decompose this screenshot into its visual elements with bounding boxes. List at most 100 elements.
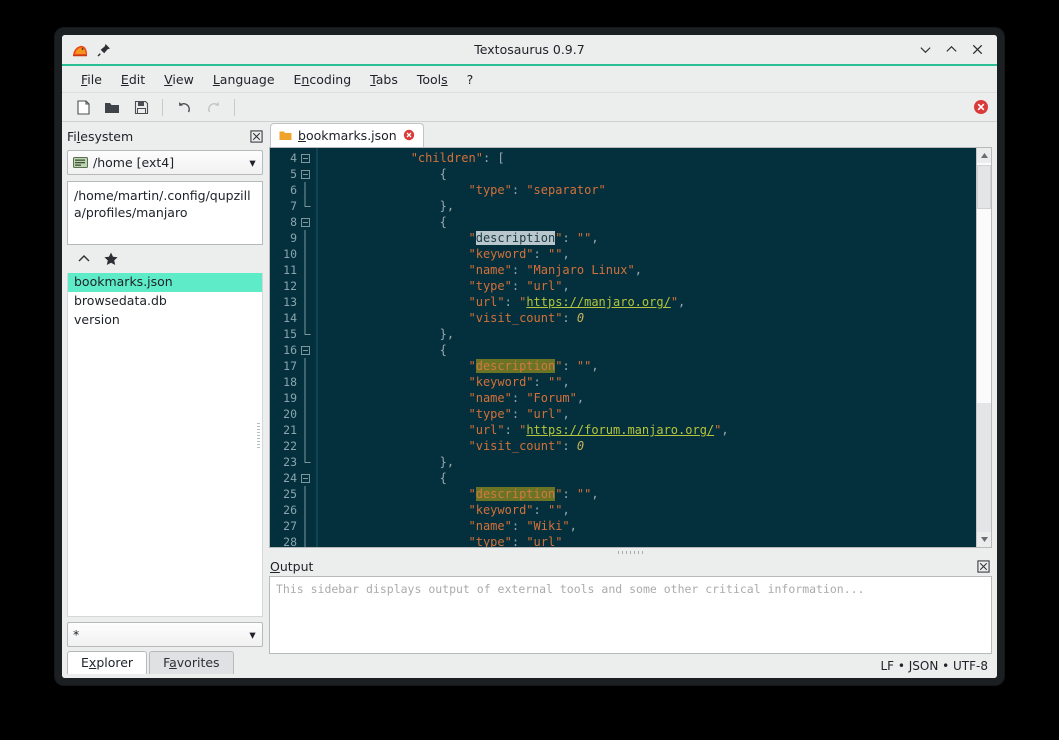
code-token: ,: [562, 247, 570, 261]
fold-collapse-icon[interactable]: [297, 150, 313, 166]
code-line[interactable]: },: [318, 454, 991, 470]
line-number: 20: [283, 407, 297, 421]
code-line[interactable]: },: [318, 326, 991, 342]
code-line[interactable]: "name": "Manjaro Linux",: [318, 262, 991, 278]
filesystem-panel-header: Filesystem: [67, 127, 263, 145]
fold-guide-line: [297, 246, 313, 262]
list-item[interactable]: bookmarks.json: [68, 273, 262, 292]
code-token: ,: [562, 375, 570, 389]
fold-collapse-icon[interactable]: [297, 166, 313, 182]
menu-tabs[interactable]: Tabs: [361, 69, 407, 90]
output-panel-close-icon[interactable]: [977, 560, 990, 573]
editor-vertical-scrollbar[interactable]: [976, 148, 991, 547]
code-editor[interactable]: 4 5 6 7 8 9 10 11 12 13 14 15 16 17 18 19 20 21 22 23 24 25 26…: [269, 147, 992, 548]
open-file-button[interactable]: [99, 95, 125, 119]
code-line[interactable]: "keyword": "",: [318, 502, 991, 518]
fold-collapse-icon[interactable]: [297, 214, 313, 230]
code-line[interactable]: "url": "https://forum.manjaro.org/",: [318, 422, 991, 438]
gutter-line: 28: [270, 534, 316, 547]
undo-button[interactable]: [171, 95, 197, 119]
filesystem-panel-close-icon[interactable]: [250, 129, 263, 143]
scroll-down-button[interactable]: [977, 532, 991, 547]
code-line[interactable]: {: [318, 214, 991, 230]
code-token: },: [324, 199, 455, 213]
scroll-up-button[interactable]: [977, 148, 991, 163]
code-token: "url": [468, 295, 505, 309]
code-token: :: [504, 295, 520, 309]
undo-arrow-icon: [178, 101, 190, 112]
code-token: ": [468, 359, 476, 373]
tab-favorites[interactable]: Favorites: [149, 651, 234, 674]
code-token: "": [576, 231, 592, 245]
url-link[interactable]: https://forum.manjaro.org/: [526, 423, 714, 437]
code-line[interactable]: "name": "Wiki",: [318, 518, 991, 534]
menu-edit[interactable]: Edit: [112, 69, 154, 90]
file-list-scroll-grip[interactable]: [257, 423, 260, 449]
code-line[interactable]: "url": "https://manjaro.org/",: [318, 294, 991, 310]
code-line[interactable]: "visit_count": 0: [318, 438, 991, 454]
code-token: ,: [562, 503, 570, 517]
file-list[interactable]: bookmarks.json browsedata.db version: [67, 273, 263, 617]
menu-help[interactable]: ?: [458, 69, 483, 90]
drive-select[interactable]: /home [ext4] ▾: [67, 150, 263, 175]
gutter-line: 17: [270, 358, 316, 374]
fold-collapse-icon[interactable]: [297, 342, 313, 358]
code-line[interactable]: {: [318, 470, 991, 486]
code-line[interactable]: {: [318, 166, 991, 182]
code-line[interactable]: "keyword": "",: [318, 374, 991, 390]
code-line[interactable]: "description": "",: [318, 486, 991, 502]
code-line[interactable]: "type": "url",: [318, 278, 991, 294]
error-indicator[interactable]: [973, 99, 989, 115]
scroll-track-lower[interactable]: [977, 403, 991, 532]
scroll-track[interactable]: [977, 163, 991, 532]
fold-collapse-icon[interactable]: [297, 470, 313, 486]
code-line[interactable]: "description": "",: [318, 230, 991, 246]
code-token: {: [324, 471, 447, 485]
code-line[interactable]: "description": "",: [318, 358, 991, 374]
code-line[interactable]: "type": "separator": [318, 182, 991, 198]
url-link[interactable]: https://manjaro.org/: [526, 295, 671, 309]
list-item[interactable]: browsedata.db: [68, 292, 262, 311]
menu-file[interactable]: File: [72, 69, 111, 90]
editor-tab-bookmarks-json[interactable]: bookmarks.json: [270, 123, 424, 147]
line-number-gutter: 4 5 6 7 8 9 10 11 12 13 14 15 16 17 18 19 20 21 22 23 24 25 26…: [270, 148, 316, 547]
code-line[interactable]: },: [318, 198, 991, 214]
code-token: ,: [678, 295, 686, 309]
code-line[interactable]: {: [318, 342, 991, 358]
menu-tools[interactable]: Tools: [408, 69, 457, 90]
code-text-area[interactable]: "children": [ { "type": "separator" }, {…: [316, 148, 991, 547]
tab-explorer[interactable]: Explorer: [67, 651, 148, 674]
minimize-button[interactable]: [918, 42, 933, 57]
fold-guide-line: [297, 438, 313, 454]
code-token: ,: [591, 231, 599, 245]
redo-arrow-icon: [207, 101, 219, 112]
file-filter-value: *: [73, 627, 80, 642]
parent-directory-icon[interactable]: [76, 251, 92, 267]
scroll-thumb[interactable]: [977, 165, 991, 209]
line-number: 17: [283, 359, 297, 373]
maximize-button[interactable]: [944, 42, 959, 57]
toolbar-separator-2: [234, 98, 235, 116]
output-text-area[interactable]: This sidebar displays output of external…: [269, 576, 992, 654]
code-line[interactable]: "keyword": "",: [318, 246, 991, 262]
tab-close-icon[interactable]: [403, 129, 415, 141]
code-line[interactable]: "children": [: [318, 150, 991, 166]
star-icon[interactable]: [103, 251, 119, 267]
code-line[interactable]: "name": "Forum",: [318, 390, 991, 406]
close-button[interactable]: [970, 42, 985, 57]
menu-view[interactable]: View: [155, 69, 203, 90]
triangle-up-icon: [980, 153, 988, 158]
code-line[interactable]: "visit_count": 0: [318, 310, 991, 326]
code-line[interactable]: "type": "url",: [318, 406, 991, 422]
fold-guide-line: [297, 390, 313, 406]
list-item[interactable]: version: [68, 311, 262, 330]
code-token: "name": [468, 391, 512, 405]
new-file-button[interactable]: [70, 95, 96, 119]
file-filter-combo[interactable]: * ▾: [67, 622, 263, 647]
save-file-button[interactable]: [128, 95, 154, 119]
menu-language[interactable]: Language: [204, 69, 284, 90]
menu-encoding[interactable]: Encoding: [285, 69, 361, 90]
code-line[interactable]: "type": "url": [318, 534, 991, 547]
editor-output-splitter[interactable]: [269, 548, 992, 557]
